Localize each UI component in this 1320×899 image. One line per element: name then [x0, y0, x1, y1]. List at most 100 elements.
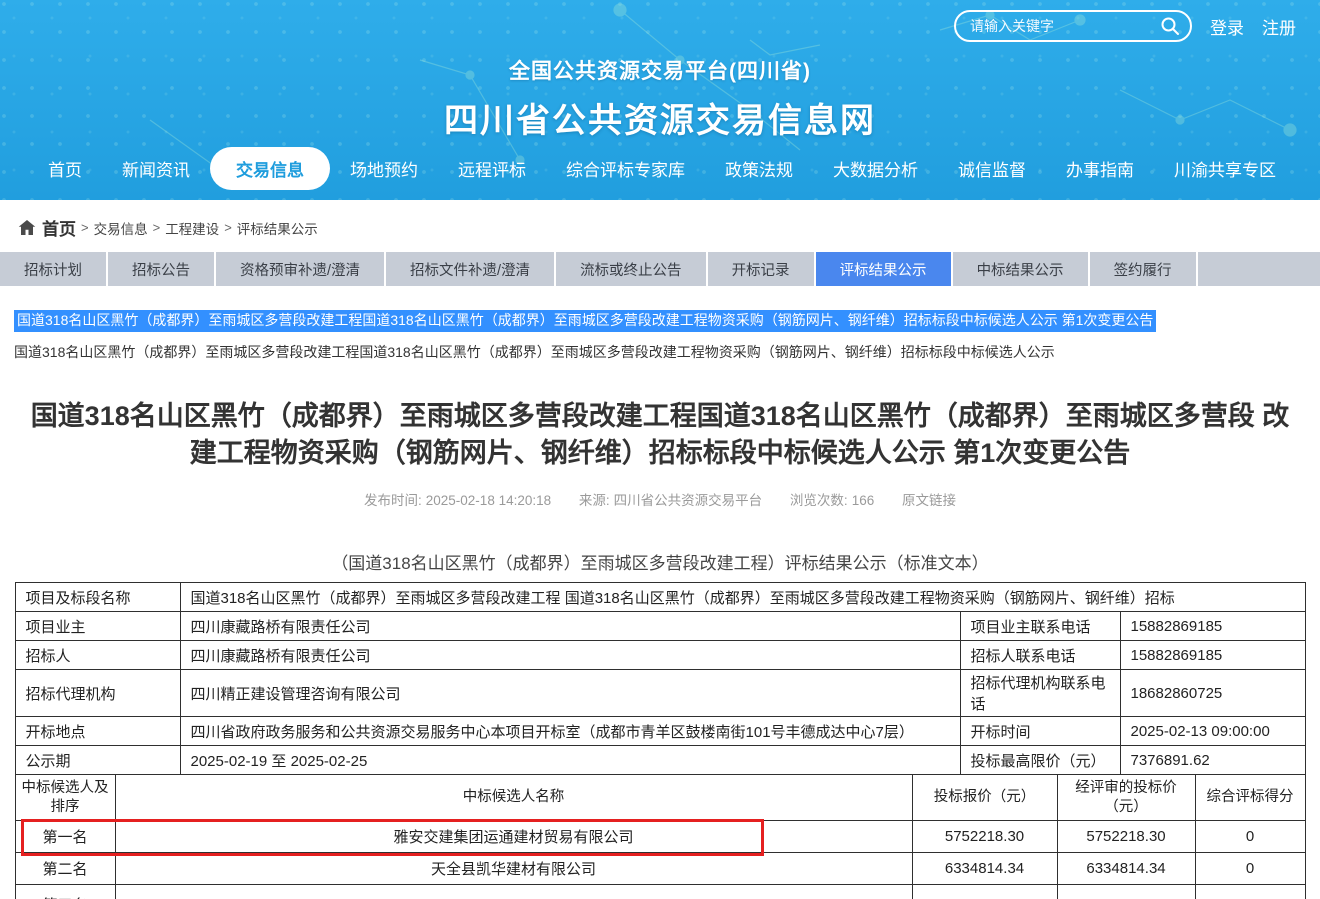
breadcrumb-engineering[interactable]: 工程建设 — [165, 218, 219, 238]
publish-time-value: 2025-02-18 14:20:18 — [426, 493, 551, 508]
nav-item-home[interactable]: 首页 — [28, 147, 102, 190]
original-link[interactable]: 原文链接 — [902, 493, 956, 508]
tab-winning-result[interactable]: 中标结果公示 — [953, 252, 1088, 286]
info-label: 招标人联系电话 — [960, 641, 1120, 670]
breadcrumb-home[interactable]: 首页 — [42, 215, 76, 240]
breadcrumb-separator: > — [224, 220, 232, 235]
info-value: 国道318名山区黑竹（成都界）至雨城区多营段改建工程 国道318名山区黑竹（成都… — [180, 583, 1305, 612]
article-title: 国道318名山区黑竹（成都界）至雨城区多营段改建工程国道318名山区黑竹（成都界… — [25, 398, 1295, 474]
info-value: 四川康藏路桥有限责任公司 — [180, 612, 960, 641]
candidate-row-3: 第三名 — [15, 885, 1305, 899]
nav-item-news[interactable]: 新闻资讯 — [102, 147, 210, 190]
col-header-reviewed: 经评审的投标价（元） — [1057, 775, 1195, 821]
tab-evaluation-result[interactable]: 评标结果公示 — [816, 252, 951, 286]
table-row: 项目业主 四川康藏路桥有限责任公司 项目业主联系电话 15882869185 — [15, 612, 1305, 641]
nav-item-service-guide[interactable]: 办事指南 — [1046, 147, 1154, 190]
candidate-score — [1195, 885, 1305, 899]
info-value: 2025-02-13 09:00:00 — [1120, 717, 1305, 746]
site-header: 登录 注册 全国公共资源交易平台(四川省) 四川省公共资源交易信息网 首页 新闻… — [0, 0, 1320, 200]
candidate-score: 0 — [1195, 821, 1305, 853]
col-header-name: 中标候选人名称 — [115, 775, 912, 821]
main-nav: 首页 新闻资讯 交易信息 场地预约 远程评标 综合评标专家库 政策法规 大数据分… — [0, 147, 1320, 190]
table-row: 招标代理机构 四川精正建设管理咨询有限公司 招标代理机构联系电话 1868286… — [15, 670, 1305, 717]
candidate-row-2: 第二名 天全县凯华建材有限公司 6334814.34 6334814.34 0 — [15, 853, 1305, 885]
candidate-bid: 5752218.30 — [912, 821, 1057, 853]
table-row: 公示期 2025-02-19 至 2025-02-25 投标最高限价（元） 73… — [15, 746, 1305, 775]
info-label: 招标代理机构联系电话 — [960, 670, 1120, 717]
candidate-reviewed — [1057, 885, 1195, 899]
candidates-table-wrap: 中标候选人及排序 中标候选人名称 投标报价（元） 经评审的投标价（元） 综合评标… — [0, 774, 1320, 899]
login-link[interactable]: 登录 — [1210, 14, 1244, 39]
nav-item-remote-evaluation[interactable]: 远程评标 — [438, 147, 546, 190]
source-value: 四川省公共资源交易平台 — [614, 493, 763, 508]
nav-item-trade-info[interactable]: 交易信息 — [210, 147, 330, 190]
notice-link[interactable]: 国道318名山区黑竹（成都界）至雨城区多营段改建工程国道318名山区黑竹（成都界… — [14, 342, 1320, 362]
register-link[interactable]: 注册 — [1262, 14, 1296, 39]
views-label: 浏览次数: — [790, 493, 848, 508]
candidate-rank: 第一名 — [15, 821, 115, 853]
search-icon[interactable] — [1160, 16, 1180, 36]
notice-list: 国道318名山区黑竹（成都界）至雨城区多营段改建工程国道318名山区黑竹（成都界… — [0, 310, 1320, 362]
notice-link-selected[interactable]: 国道318名山区黑竹（成都界）至雨城区多营段改建工程国道318名山区黑竹（成都界… — [14, 310, 1156, 332]
candidate-rank: 第二名 — [15, 853, 115, 885]
nav-item-big-data[interactable]: 大数据分析 — [813, 147, 938, 190]
info-value: 2025-02-19 至 2025-02-25 — [180, 746, 960, 775]
candidate-reviewed: 5752218.30 — [1057, 821, 1195, 853]
tab-bidding-announcement[interactable]: 招标公告 — [108, 252, 214, 286]
nav-item-chuanyu-zone[interactable]: 川渝共享专区 — [1154, 147, 1296, 190]
table-header-row: 中标候选人及排序 中标候选人名称 投标报价（元） 经评审的投标价（元） 综合评标… — [15, 775, 1305, 821]
candidate-name: 雅安交建集团运通建材贸易有限公司 — [115, 821, 912, 853]
candidate-name — [115, 885, 912, 899]
project-info-table: 项目及标段名称 国道318名山区黑竹（成都界）至雨城区多营段改建工程 国道318… — [15, 582, 1306, 775]
article-meta: 发布时间:2025-02-18 14:20:18 来源:四川省公共资源交易平台 … — [0, 489, 1320, 509]
col-header-rank: 中标候选人及排序 — [15, 775, 115, 821]
candidate-rank: 第三名 — [15, 885, 115, 899]
source-label: 来源: — [579, 493, 610, 508]
info-label: 招标人 — [15, 641, 180, 670]
table-row: 开标地点 四川省政府政务服务和公共资源交易服务中心本项目开标室（成都市青羊区鼓楼… — [15, 717, 1305, 746]
col-header-bid: 投标报价（元） — [912, 775, 1057, 821]
nav-item-venue-booking[interactable]: 场地预约 — [330, 147, 438, 190]
nav-item-policies[interactable]: 政策法规 — [705, 147, 813, 190]
info-label: 项目及标段名称 — [15, 583, 180, 612]
candidate-score: 0 — [1195, 853, 1305, 885]
tab-bid-opening-record[interactable]: 开标记录 — [708, 252, 814, 286]
tab-prequalification-supplement[interactable]: 资格预审补遗/澄清 — [216, 252, 384, 286]
info-value: 四川康藏路桥有限责任公司 — [180, 641, 960, 670]
breadcrumb-trade-info[interactable]: 交易信息 — [94, 218, 148, 238]
header-search-box[interactable] — [954, 10, 1192, 42]
info-label: 项目业主联系电话 — [960, 612, 1120, 641]
breadcrumb-separator: > — [81, 220, 89, 235]
table-row: 项目及标段名称 国道318名山区黑竹（成都界）至雨城区多营段改建工程 国道318… — [15, 583, 1305, 612]
candidate-bid: 6334814.34 — [912, 853, 1057, 885]
views-value: 166 — [852, 493, 875, 508]
platform-title: 全国公共资源交易平台(四川省) — [0, 55, 1320, 85]
search-input[interactable] — [970, 18, 1160, 34]
nav-item-credit-supervision[interactable]: 诚信监督 — [938, 147, 1046, 190]
candidate-reviewed: 6334814.34 — [1057, 853, 1195, 885]
info-label: 项目业主 — [15, 612, 180, 641]
breadcrumb: 首页 > 交易信息 > 工程建设 > 评标结果公示 — [0, 200, 1320, 252]
info-label: 开标时间 — [960, 717, 1120, 746]
info-value: 18682860725 — [1120, 670, 1305, 717]
tab-contract-performance[interactable]: 签约履行 — [1090, 252, 1196, 286]
info-label: 开标地点 — [15, 717, 180, 746]
tab-document-supplement[interactable]: 招标文件补遗/澄清 — [386, 252, 554, 286]
info-label: 招标代理机构 — [15, 670, 180, 717]
tab-bar-filler — [1198, 252, 1320, 286]
tab-failed-or-terminated[interactable]: 流标或终止公告 — [556, 252, 706, 286]
home-icon[interactable] — [18, 219, 36, 236]
tab-bidding-plan[interactable]: 招标计划 — [0, 252, 106, 286]
info-value: 四川省政府政务服务和公共资源交易服务中心本项目开标室（成都市青羊区鼓楼南街101… — [180, 717, 960, 746]
category-tab-bar: 招标计划 招标公告 资格预审补遗/澄清 招标文件补遗/澄清 流标或终止公告 开标… — [0, 252, 1320, 286]
table-row: 招标人 四川康藏路桥有限责任公司 招标人联系电话 15882869185 — [15, 641, 1305, 670]
publish-time-label: 发布时间: — [364, 493, 422, 508]
candidates-table: 中标候选人及排序 中标候选人名称 投标报价（元） 经评审的投标价（元） 综合评标… — [15, 774, 1306, 899]
info-value: 7376891.62 — [1120, 746, 1305, 775]
candidate-bid — [912, 885, 1057, 899]
info-label: 投标最高限价（元） — [960, 746, 1120, 775]
breadcrumb-evaluation-result[interactable]: 评标结果公示 — [237, 218, 318, 238]
info-value: 15882869185 — [1120, 612, 1305, 641]
nav-item-expert-database[interactable]: 综合评标专家库 — [546, 147, 705, 190]
site-title: 四川省公共资源交易信息网 — [0, 93, 1320, 142]
